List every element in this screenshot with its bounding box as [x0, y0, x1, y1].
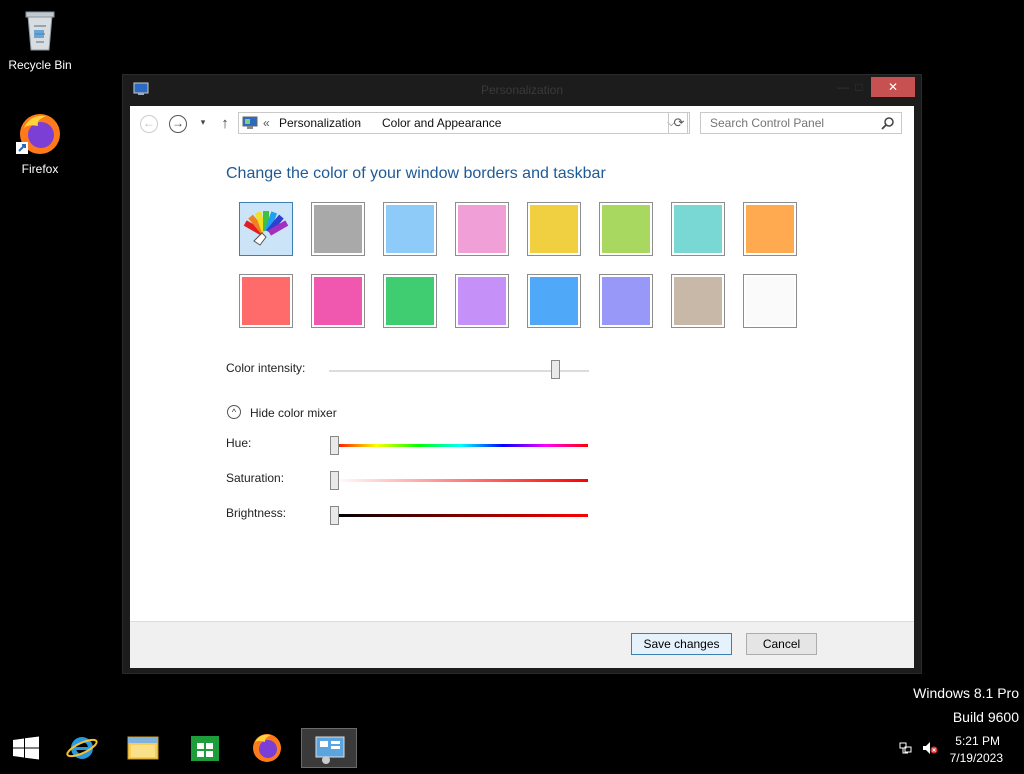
firefox-icon: [16, 110, 64, 158]
color-swatch[interactable]: [671, 202, 725, 256]
os-edition-watermark: Windows 8.1 Pro: [913, 685, 1019, 701]
color-swatch[interactable]: [311, 202, 365, 256]
taskbar: 5:21 PM 7/19/2023: [0, 728, 1024, 768]
dialog-footer: Save changes Cancel: [130, 621, 914, 668]
automatic-color-icon: [243, 211, 289, 246]
saturation-track[interactable]: [334, 479, 588, 482]
recycle-bin-label: Recycle Bin: [8, 58, 72, 72]
collapse-mixer-icon[interactable]: ^: [227, 405, 241, 419]
color-intensity-thumb[interactable]: [551, 360, 561, 379]
color-swatch[interactable]: [383, 202, 437, 256]
firefox-shortcut[interactable]: Firefox: [2, 110, 78, 176]
refresh-button[interactable]: ⟳: [668, 112, 690, 134]
breadcrumb-separator[interactable]: ›: [357, 113, 360, 133]
cancel-button[interactable]: Cancel: [746, 633, 817, 655]
breadcrumb-personalization[interactable]: Personalization: [279, 113, 361, 133]
page-heading: Change the color of your window borders …: [226, 165, 606, 182]
address-overflow[interactable]: «: [263, 113, 270, 133]
swatch-fill: [674, 205, 722, 253]
control-panel-taskbar-icon[interactable]: [301, 728, 357, 768]
swatch-fill: [530, 277, 578, 325]
swatch-fill: [458, 205, 506, 253]
control-panel-icon: [242, 116, 258, 130]
recycle-bin-shortcut[interactable]: Recycle Bin: [2, 6, 78, 72]
color-swatch[interactable]: [671, 274, 725, 328]
brightness-track[interactable]: [334, 514, 588, 517]
swatch-fill: [602, 205, 650, 253]
color-swatch[interactable]: [239, 202, 293, 256]
firefox-icon[interactable]: [239, 728, 295, 768]
search-input[interactable]: [708, 115, 882, 131]
brightness-thumb[interactable]: [330, 506, 339, 525]
window-client-area: ← → ▾ ↑ « Personalization › Color and Ap…: [130, 106, 914, 668]
personalization-window: Personalization — □ ✕ ← → ▾ ↑ « Personal…: [122, 74, 922, 674]
hide-color-mixer-link[interactable]: Hide color mixer: [250, 406, 337, 420]
hue-label: Hue:: [226, 436, 252, 450]
saturation-label: Saturation:: [226, 471, 285, 485]
swatch-fill: [386, 205, 434, 253]
forward-button[interactable]: →: [169, 115, 187, 133]
swatch-fill: [674, 277, 722, 325]
hue-track[interactable]: [334, 444, 588, 447]
color-swatch[interactable]: [599, 274, 653, 328]
clock-date[interactable]: 7/19/2023: [950, 751, 1003, 765]
hue-thumb[interactable]: [330, 436, 339, 455]
saturation-thumb[interactable]: [330, 471, 339, 490]
start-button[interactable]: [0, 728, 56, 768]
close-button[interactable]: ✕: [871, 77, 915, 97]
up-button[interactable]: ↑: [218, 115, 232, 133]
color-swatch[interactable]: [239, 274, 293, 328]
color-swatch[interactable]: [599, 202, 653, 256]
swatch-fill: [530, 205, 578, 253]
address-bar[interactable]: « Personalization › Color and Appearance…: [238, 112, 688, 134]
recent-locations-button[interactable]: ▾: [197, 117, 209, 129]
save-changes-button[interactable]: Save changes: [631, 633, 732, 655]
brightness-label: Brightness:: [226, 506, 287, 520]
color-swatch[interactable]: [527, 202, 581, 256]
color-swatch[interactable]: [743, 274, 797, 328]
store-icon[interactable]: [177, 728, 233, 768]
file-explorer-icon[interactable]: [115, 728, 171, 768]
swatch-fill: [458, 277, 506, 325]
title-bar[interactable]: Personalization — □ ✕: [123, 75, 921, 105]
firefox-label: Firefox: [21, 162, 59, 176]
maximize-button[interactable]: □: [845, 77, 873, 97]
color-swatch[interactable]: [455, 202, 509, 256]
swatch-fill: [746, 205, 794, 253]
color-swatch[interactable]: [527, 274, 581, 328]
window-title: Personalization: [480, 83, 564, 97]
color-swatch[interactable]: [311, 274, 365, 328]
color-swatch[interactable]: [383, 274, 437, 328]
os-build-watermark: Build 9600: [952, 709, 1019, 725]
recycle-bin-icon: [16, 6, 64, 54]
swatch-fill: [314, 205, 362, 253]
swatch-fill: [602, 277, 650, 325]
swatch-fill: [746, 277, 794, 325]
network-icon[interactable]: [899, 741, 913, 755]
swatch-fill: [242, 277, 290, 325]
color-intensity-track[interactable]: [329, 370, 589, 372]
swatch-fill: [314, 277, 362, 325]
volume-muted-icon[interactable]: [922, 741, 938, 755]
search-box[interactable]: [700, 112, 902, 134]
back-button[interactable]: ←: [140, 115, 158, 133]
color-intensity-label: Color intensity:: [226, 361, 306, 375]
color-swatch[interactable]: [743, 202, 797, 256]
color-swatch[interactable]: [455, 274, 509, 328]
breadcrumb-color-and-appearance[interactable]: Color and Appearance: [382, 113, 501, 133]
search-icon[interactable]: [881, 116, 895, 130]
clock-time[interactable]: 5:21 PM: [955, 734, 1000, 748]
swatch-fill: [386, 277, 434, 325]
internet-explorer-icon[interactable]: [54, 728, 110, 768]
